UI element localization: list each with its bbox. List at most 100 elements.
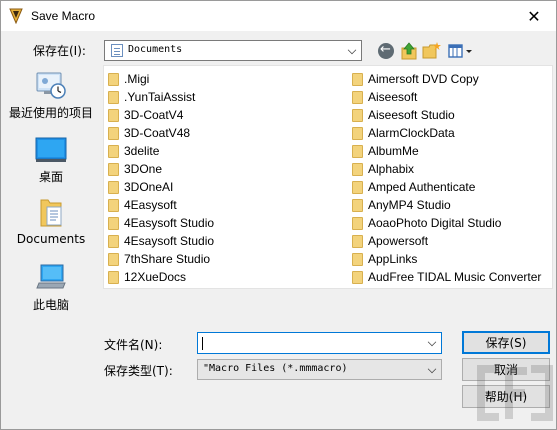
place-documents[interactable]: Documents xyxy=(3,197,99,246)
places-bar: 最近使用的项目 桌面 Documents 此电脑 xyxy=(3,63,99,313)
folder-icon xyxy=(352,198,363,212)
folder-icon xyxy=(352,180,363,194)
save-button[interactable]: 保存(S) xyxy=(462,331,550,354)
folder-name: Aiseesoft xyxy=(368,90,418,104)
folder-item[interactable]: 3DOneAI xyxy=(108,178,173,196)
chevron-down-icon xyxy=(427,364,437,374)
help-button[interactable]: 帮助(H) xyxy=(462,385,550,408)
folder-item[interactable]: AlbumMe xyxy=(352,142,419,160)
folder-icon xyxy=(352,144,363,158)
folder-name: Aiseesoft Studio xyxy=(368,108,455,122)
folder-name: 3delite xyxy=(124,144,160,158)
folder-item[interactable]: 3D-CoatV4 xyxy=(108,106,183,124)
folder-item[interactable]: .Migi xyxy=(108,70,149,88)
folder-item[interactable]: AoaoPhoto Digital Studio xyxy=(352,214,501,232)
folder-name: Amped Authenticate xyxy=(368,180,476,194)
folder-name: 3D-CoatV4 xyxy=(124,108,184,122)
folder-name: AnyMP4 Studio xyxy=(368,198,451,212)
place-this-pc[interactable]: 此电脑 xyxy=(3,261,99,313)
views-menu-icon xyxy=(448,44,472,58)
folder-icon xyxy=(352,234,363,248)
folder-name: 3D-CoatV48 xyxy=(124,126,191,140)
save-in-value: Documents xyxy=(128,44,183,55)
place-label: 桌面 xyxy=(38,170,63,184)
filename-label: 文件名(N): xyxy=(104,338,163,352)
folder-icon xyxy=(352,252,363,266)
chevron-down-icon[interactable] xyxy=(427,337,437,347)
folder-item[interactable]: AnyMP4 Studio xyxy=(352,196,451,214)
cancel-button[interactable]: 取消 xyxy=(462,358,550,381)
folder-item[interactable]: Alphabix xyxy=(352,160,414,178)
folder-item[interactable]: 4Easysoft xyxy=(108,196,177,214)
folder-name: .YunTaiAssist xyxy=(124,90,196,104)
save-macro-dialog: Save Macro ✕ 保存在(I): Documents ← 最近使用的项目… xyxy=(0,0,557,430)
back-button[interactable] xyxy=(376,41,396,61)
save-in-dropdown[interactable]: Documents xyxy=(104,40,362,61)
filename-input[interactable] xyxy=(197,332,442,354)
folder-icon xyxy=(108,270,119,284)
folder-item[interactable]: Aimersoft DVD Copy xyxy=(352,70,479,88)
folder-name: AlarmClockData xyxy=(368,126,455,140)
folder-icon xyxy=(108,234,119,248)
folder-item[interactable]: 7thShare Studio xyxy=(108,250,210,268)
folder-item[interactable]: 3delite xyxy=(108,142,159,160)
folder-icon xyxy=(352,126,363,140)
folder-icon xyxy=(352,108,363,122)
folder-icon xyxy=(108,126,119,140)
folder-icon xyxy=(108,90,119,104)
folder-icon xyxy=(108,72,119,86)
folder-name: AoaoPhoto Digital Studio xyxy=(368,216,502,230)
new-folder-button[interactable] xyxy=(422,41,442,61)
folder-item[interactable]: Amped Authenticate xyxy=(352,178,475,196)
filetype-value: "Macro Files (*.mmmacro) xyxy=(203,363,348,374)
folder-name: 3DOne xyxy=(124,162,163,176)
folder-item[interactable]: 4Esaysoft Studio xyxy=(108,232,214,250)
close-button[interactable]: ✕ xyxy=(512,1,556,31)
folder-icon xyxy=(108,216,119,230)
documents-icon xyxy=(40,199,62,227)
place-recent-items[interactable]: 最近使用的项目 xyxy=(3,69,99,121)
close-icon: ✕ xyxy=(527,6,541,26)
folder-name: 4Easysoft xyxy=(124,198,177,212)
place-label: 此电脑 xyxy=(32,298,69,312)
folder-item[interactable]: Aiseesoft xyxy=(352,88,417,106)
folder-icon xyxy=(352,72,363,86)
folder-item[interactable]: Aiseesoft Studio xyxy=(352,106,455,124)
folder-item[interactable]: AlarmClockData xyxy=(352,124,455,142)
folder-icon xyxy=(108,252,119,266)
folder-item[interactable]: AppLinks xyxy=(352,250,417,268)
views-menu-button[interactable] xyxy=(447,41,475,61)
place-desktop[interactable]: 桌面 xyxy=(3,133,99,185)
window-title: Save Macro xyxy=(31,9,96,23)
folder-name: .Migi xyxy=(124,72,150,86)
app-logo-icon xyxy=(9,8,23,24)
folder-icon xyxy=(352,270,363,284)
folder-item[interactable]: 3DOne xyxy=(108,160,162,178)
folder-item[interactable]: 4Easysoft Studio xyxy=(108,214,214,232)
folder-item[interactable]: Apowersoft xyxy=(352,232,428,250)
up-one-level-button[interactable] xyxy=(400,41,420,61)
back-arrow-icon xyxy=(378,42,394,59)
folder-name: 4Easysoft Studio xyxy=(124,216,215,230)
folder-icon xyxy=(352,216,363,230)
folder-name: Aimersoft DVD Copy xyxy=(368,72,479,86)
folder-item[interactable]: 3D-CoatV48 xyxy=(108,124,190,142)
folder-name: AudFree TIDAL Music Converter xyxy=(368,270,542,284)
folder-icon xyxy=(352,90,363,104)
title-bar: Save Macro ✕ xyxy=(1,1,556,31)
place-label: Documents xyxy=(16,232,86,246)
folder-icon xyxy=(108,144,119,158)
folder-name: 7thShare Studio xyxy=(124,252,211,266)
folder-name: 12XueDocs xyxy=(124,270,187,284)
folder-icon xyxy=(108,162,119,176)
folder-item[interactable]: .YunTaiAssist xyxy=(108,88,195,106)
filetype-dropdown[interactable]: "Macro Files (*.mmmacro) xyxy=(197,359,442,380)
folder-item[interactable]: 12XueDocs xyxy=(108,268,186,286)
file-list[interactable]: .Migi .YunTaiAssist 3D-CoatV4 3D-CoatV48 3de… xyxy=(103,65,553,289)
folder-item[interactable]: AudFree TIDAL Music Converter xyxy=(352,268,541,286)
desktop-icon xyxy=(35,137,67,162)
folder-name: 3DOneAI xyxy=(124,180,174,194)
this-pc-icon xyxy=(36,264,66,289)
folder-name: AlbumMe xyxy=(368,144,419,158)
folder-icon xyxy=(352,162,363,176)
